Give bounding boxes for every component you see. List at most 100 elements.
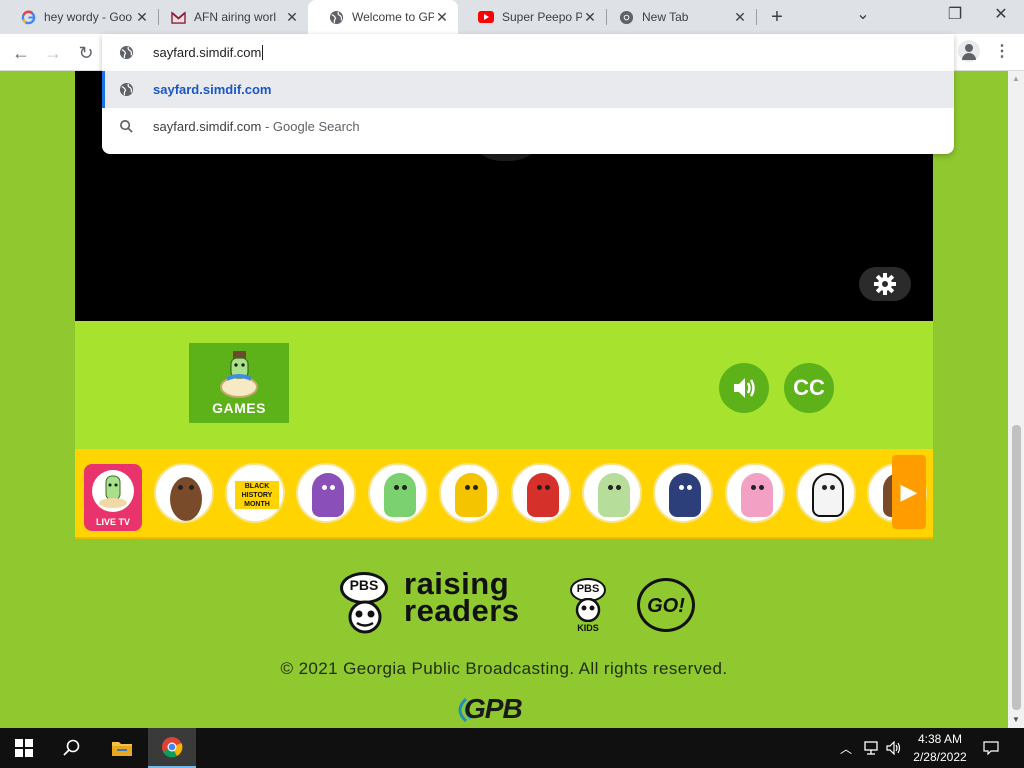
- show-tile-5[interactable]: [439, 463, 499, 523]
- kids-label: KIDS: [577, 623, 599, 633]
- forward-button[interactable]: →: [40, 40, 66, 66]
- closed-captions-button[interactable]: CC: [784, 363, 834, 413]
- volume-icon[interactable]: [884, 728, 904, 768]
- address-bar[interactable]: sayfard.simdif.com: [102, 34, 954, 71]
- windows-logo-icon: [15, 739, 33, 757]
- character-4-icon: [384, 473, 416, 517]
- show-tile-1[interactable]: [154, 463, 214, 523]
- show-tile-4[interactable]: [368, 463, 428, 523]
- tab-hey-wordy[interactable]: hey wordy - Goo ✕: [0, 0, 158, 34]
- suggestion-url[interactable]: sayfard.simdif.com: [102, 71, 954, 108]
- pbs-kids-go-logo[interactable]: GO!: [637, 578, 695, 632]
- games-character-icon: [220, 351, 258, 398]
- page-scrollbar[interactable]: ▲ ▼: [1008, 71, 1024, 728]
- clock-date: 2/28/2022: [913, 750, 967, 764]
- show-tile-3[interactable]: [296, 463, 356, 523]
- character-7-icon: [598, 473, 630, 517]
- start-button[interactable]: [0, 728, 48, 768]
- chrome-taskbar-button[interactable]: [148, 728, 196, 768]
- show-tile-7[interactable]: [582, 463, 642, 523]
- address-input[interactable]: sayfard.simdif.com: [153, 45, 264, 60]
- show-tile-8[interactable]: [653, 463, 713, 523]
- tab-title: Welcome to GP: [352, 10, 434, 24]
- chrome-menu-icon[interactable]: ⋮: [992, 40, 1012, 64]
- character-5-icon: [455, 473, 487, 517]
- tab-title: hey wordy - Goo: [44, 10, 133, 24]
- taskbar-search-button[interactable]: [48, 728, 96, 768]
- close-tab-icon[interactable]: ✕: [284, 9, 300, 26]
- show-tile-2[interactable]: BLACK HISTORY MONTH: [225, 463, 285, 523]
- show-hidden-icons-icon[interactable]: ︿: [838, 728, 854, 768]
- gpb-logo[interactable]: GPB: [452, 693, 556, 725]
- show-tile-6[interactable]: [511, 463, 571, 523]
- show-tile-9[interactable]: [725, 463, 785, 523]
- live-tv-label: LIVE TV: [95, 517, 130, 527]
- speaker-icon: [734, 378, 755, 398]
- reload-button[interactable]: ↻: [73, 40, 99, 66]
- show-tile-10[interactable]: [796, 463, 856, 523]
- restore-window-button[interactable]: ❐: [932, 0, 978, 34]
- chrome-icon: [618, 9, 634, 25]
- suggestion-text: sayfard.simdif.com: [153, 82, 272, 97]
- live-tv-button[interactable]: LIVE TV: [84, 464, 142, 531]
- folder-icon: [112, 742, 132, 756]
- globe-icon: [119, 45, 134, 60]
- back-button[interactable]: ←: [8, 40, 34, 66]
- close-tab-icon[interactable]: ✕: [732, 9, 748, 26]
- close-tab-icon[interactable]: ✕: [134, 9, 150, 26]
- player-controls: GAMES CC: [75, 321, 933, 449]
- pbs-kids-logo[interactable]: PBS KIDS: [568, 578, 608, 634]
- file-explorer-button[interactable]: [98, 728, 146, 768]
- system-clock[interactable]: 4:38 AM 2/28/2022: [908, 730, 972, 766]
- clock-time: 4:38 AM: [917, 732, 963, 746]
- close-tab-icon[interactable]: ✕: [582, 9, 598, 26]
- profile-avatar-icon[interactable]: [958, 40, 980, 62]
- pbs-kids-face-icon: [348, 600, 382, 634]
- character-9-icon: [741, 473, 773, 517]
- settings-button[interactable]: [859, 267, 911, 301]
- carousel-next-button[interactable]: ▶: [892, 455, 926, 529]
- chrome-icon: [162, 737, 183, 758]
- scroll-down-arrow-icon[interactable]: ▼: [1008, 712, 1024, 728]
- volume-button[interactable]: [719, 363, 769, 413]
- search-icon: [120, 120, 133, 133]
- character-8-icon: [669, 473, 701, 517]
- youtube-icon: [478, 9, 494, 25]
- tab-strip: hey wordy - Goo ✕ AFN airing worl ✕ Welc…: [0, 0, 1024, 34]
- network-icon[interactable]: [862, 728, 882, 768]
- address-value: sayfard.simdif.com: [153, 45, 262, 60]
- tab-title: Super Peepo Ps: [502, 10, 582, 24]
- new-tab-button[interactable]: +: [764, 4, 790, 30]
- go-label: GO!: [647, 595, 685, 617]
- character-3-icon: [312, 473, 344, 517]
- tab-title: New Tab: [642, 10, 689, 24]
- tab-search-icon[interactable]: ⌄: [840, 0, 886, 34]
- close-window-button[interactable]: ✕: [978, 0, 1024, 34]
- games-label: GAMES: [212, 400, 266, 416]
- show-carousel: LIVE TV BLACK HISTORY MONTH ▶: [75, 449, 933, 539]
- tab-afn-airing[interactable]: AFN airing worl ✕: [150, 0, 308, 34]
- black-history-month-badge: BLACK HISTORY MONTH: [235, 481, 279, 509]
- close-tab-icon[interactable]: ✕: [434, 9, 450, 26]
- tab-super-peepo[interactable]: Super Peepo Ps ✕: [458, 0, 606, 34]
- tab-title: AFN airing worl: [194, 10, 277, 24]
- pbs-face-icon: [575, 598, 601, 622]
- notifications-icon[interactable]: [980, 728, 1002, 768]
- live-tv-character-icon: [92, 470, 134, 512]
- character-1-icon: [170, 477, 202, 521]
- raising-readers-logo[interactable]: PBS raising readers: [338, 566, 538, 636]
- scroll-up-arrow-icon[interactable]: ▲: [1008, 71, 1024, 87]
- suggestion-text: sayfard.simdif.com: [153, 119, 262, 134]
- character-6-icon: [527, 473, 559, 517]
- games-button[interactable]: GAMES: [189, 343, 289, 423]
- windows-taskbar: ︿ 4:38 AM 2/28/2022: [0, 728, 1024, 768]
- tab-new-tab[interactable]: New Tab ✕: [598, 0, 756, 34]
- character-10-icon: [812, 473, 844, 517]
- tab-separator: [756, 9, 757, 25]
- google-icon: [20, 9, 36, 25]
- raising-readers-text: raising readers: [404, 566, 520, 628]
- text-caret: [262, 45, 264, 60]
- tab-welcome-gpb[interactable]: Welcome to GP ✕: [308, 0, 458, 34]
- scroll-thumb[interactable]: [1012, 425, 1021, 710]
- suggestion-google-search[interactable]: sayfard.simdif.com - Google Search: [102, 108, 954, 145]
